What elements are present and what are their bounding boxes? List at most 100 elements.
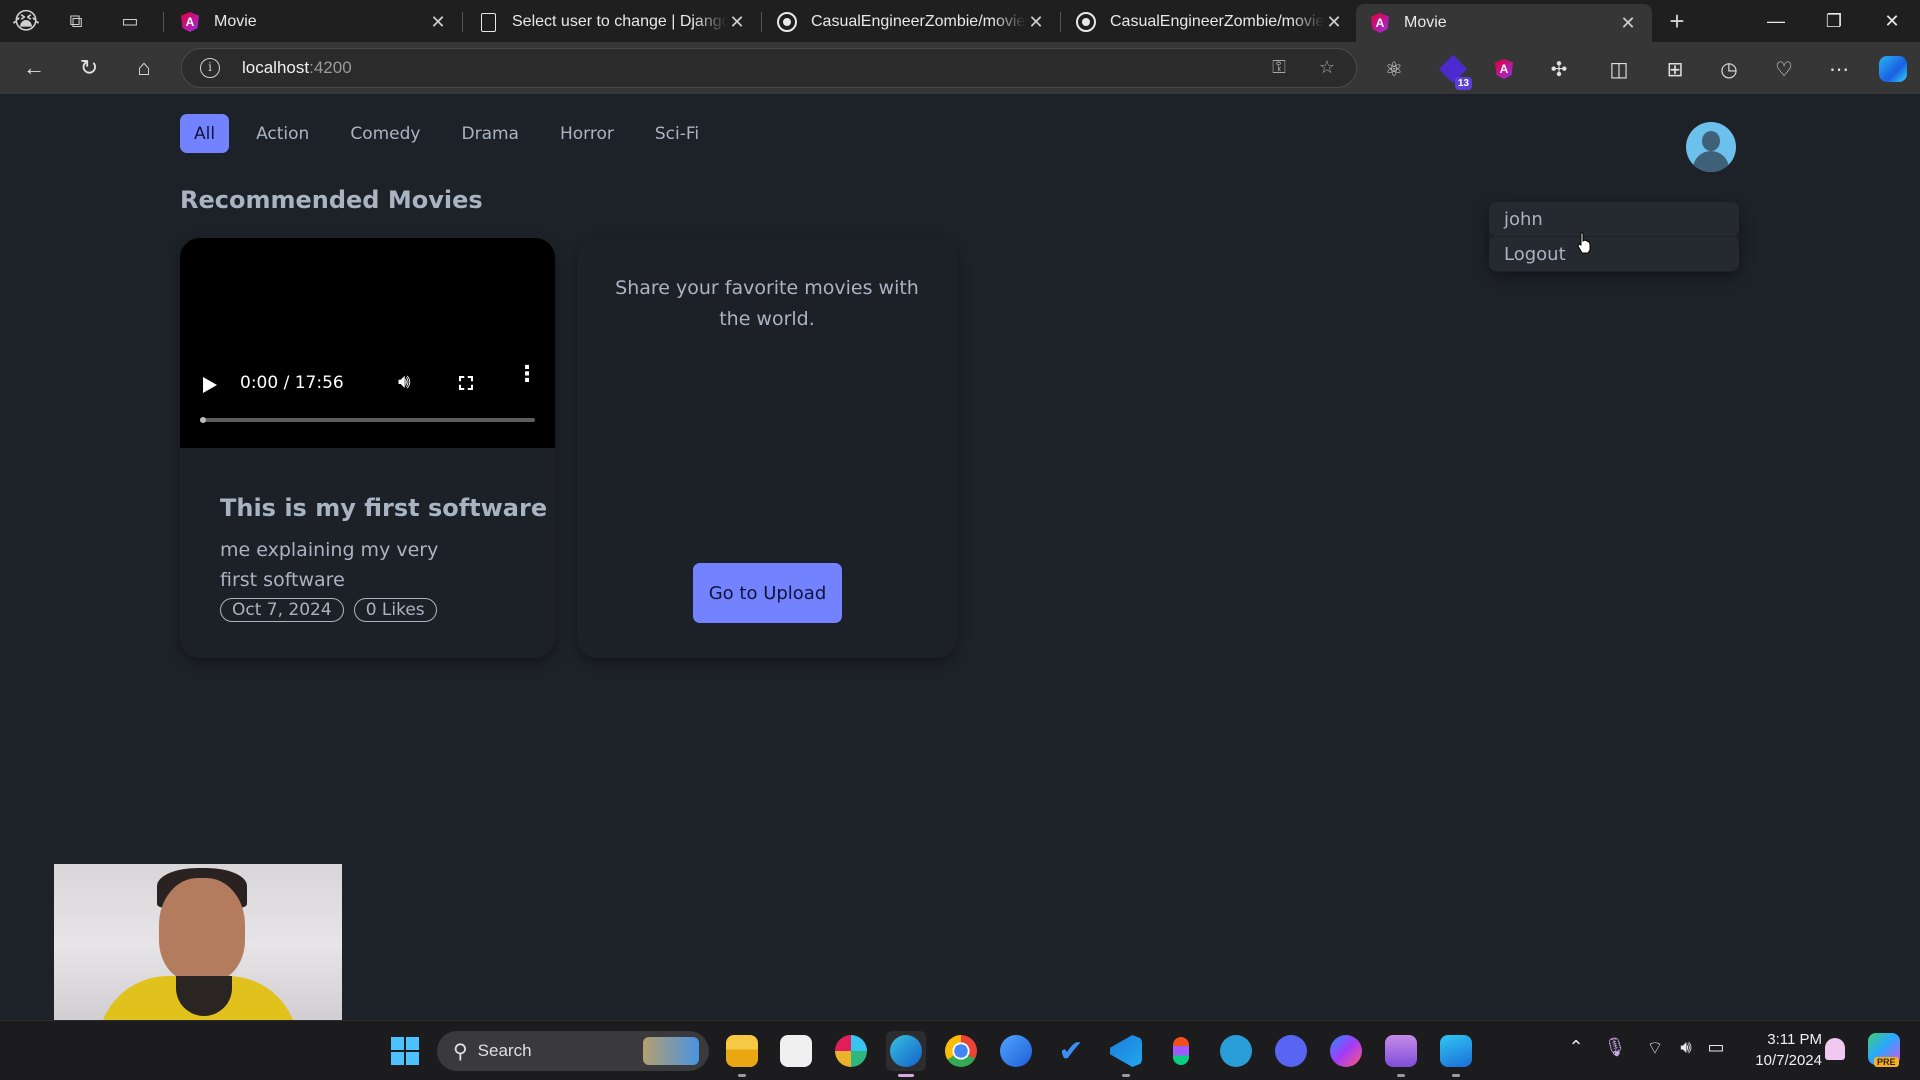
- taskbar-discord[interactable]: [1271, 1031, 1311, 1071]
- user-silhouette-icon: [1702, 131, 1720, 151]
- profile-emoji-icon[interactable]: 😭: [12, 7, 40, 35]
- taskbar-clipchamp[interactable]: [1381, 1031, 1421, 1077]
- seek-handle[interactable]: [200, 417, 206, 423]
- extension-icon[interactable]: 13: [1438, 54, 1472, 90]
- react-devtools-icon[interactable]: ⚛: [1379, 54, 1409, 84]
- search-highlight-icon: [643, 1037, 699, 1065]
- github-icon: [777, 12, 797, 32]
- taskbar-search[interactable]: ⚲ Search: [437, 1031, 709, 1071]
- clock-time: 3:11 PM: [1767, 1031, 1822, 1048]
- windows-taskbar: ⚲ Search ✔ ⌃ 🎙︎ ⌔ 🔊︎ ▭ 3:11 PM 10/7/2024…: [0, 1020, 1920, 1080]
- restore-button[interactable]: ❐: [1806, 0, 1862, 42]
- filter-drama[interactable]: Drama: [447, 114, 532, 153]
- show-hidden-icons-button[interactable]: ⌃: [1562, 1037, 1590, 1058]
- user-dropdown-menu: john Logout: [1489, 202, 1739, 272]
- filter-horror[interactable]: Horror: [546, 114, 628, 153]
- taskbar-file-explorer[interactable]: [722, 1031, 762, 1077]
- tab-github-angular[interactable]: CasualEngineerZombie/movie-angular ✕: [763, 4, 1060, 40]
- wifi-icon[interactable]: ⌔: [1641, 1037, 1669, 1060]
- taskbar-todo[interactable]: ✔: [1051, 1031, 1091, 1071]
- extensions-puzzle-icon[interactable]: ✣: [1544, 54, 1574, 84]
- menu-item-username[interactable]: john: [1489, 202, 1739, 236]
- active-indicator: [898, 1074, 914, 1077]
- split-screen-icon[interactable]: ◫: [1604, 54, 1634, 84]
- history-icon[interactable]: ◷: [1714, 54, 1744, 84]
- more-menu-icon[interactable]: ⋯: [1824, 54, 1854, 84]
- taskbar-vscode[interactable]: [1106, 1031, 1146, 1077]
- close-icon[interactable]: ✕: [1026, 12, 1046, 33]
- likes-badge[interactable]: 0 Likes: [353, 598, 437, 622]
- volume-icon[interactable]: 🔊︎: [1672, 1037, 1700, 1058]
- microphone-icon[interactable]: 🎙︎: [1601, 1037, 1629, 1058]
- tab-movie-active[interactable]: Movie ✕: [1356, 4, 1652, 42]
- running-indicator: [1452, 1074, 1460, 1077]
- video-seek-bar[interactable]: [200, 417, 535, 423]
- menu-item-logout[interactable]: Logout: [1489, 237, 1739, 271]
- tab-movie-1[interactable]: Movie ✕: [166, 4, 462, 40]
- close-icon[interactable]: ✕: [428, 12, 448, 33]
- start-button[interactable]: [385, 1031, 425, 1071]
- back-button[interactable]: ←: [18, 52, 50, 84]
- close-window-button[interactable]: ✕: [1864, 0, 1920, 42]
- refresh-button[interactable]: ↻: [73, 52, 105, 84]
- collections-icon[interactable]: ⊞: [1660, 54, 1690, 84]
- volume-icon[interactable]: 🔊︎: [398, 371, 411, 394]
- taskbar-chrome[interactable]: [941, 1031, 981, 1071]
- fullscreen-icon[interactable]: [459, 376, 473, 390]
- taskbar-figma[interactable]: [1161, 1031, 1201, 1071]
- taskbar-telegram[interactable]: [1216, 1031, 1256, 1071]
- angular-devtools-icon[interactable]: [1489, 54, 1519, 84]
- telegram-icon: [1220, 1035, 1252, 1067]
- store-icon: [780, 1035, 812, 1067]
- taskbar-store[interactable]: [776, 1031, 816, 1071]
- taskbar-remote-desktop[interactable]: [1436, 1031, 1476, 1077]
- tab-actions-icon[interactable]: ▭: [116, 7, 144, 35]
- favorite-star-icon[interactable]: ☆: [1315, 57, 1339, 81]
- tab-separator: [462, 12, 463, 32]
- tab-separator: [1060, 12, 1061, 32]
- movie-meta: Oct 7, 2024 0 Likes: [220, 598, 437, 622]
- video-player[interactable]: 0:00 / 17:56 🔊︎ ⋮: [180, 238, 555, 448]
- notification-bell-icon[interactable]: [1825, 1038, 1845, 1060]
- tab-github-django[interactable]: CasualEngineerZombie/movie-django ✕: [1062, 4, 1358, 40]
- close-icon[interactable]: ✕: [1618, 13, 1638, 34]
- upload-prompt: Share your favorite movies with the worl…: [615, 277, 919, 330]
- workspaces-icon[interactable]: ⧉: [62, 7, 90, 35]
- url-text[interactable]: localhost:4200: [242, 58, 352, 78]
- tab-django-admin[interactable]: Select user to change | Django site admi…: [464, 4, 761, 40]
- taskbar-messenger[interactable]: [1326, 1031, 1366, 1071]
- taskbar-slack[interactable]: [831, 1031, 871, 1071]
- firefox-icon: [1000, 1035, 1032, 1067]
- close-icon[interactable]: ✕: [1324, 12, 1344, 33]
- close-icon[interactable]: ✕: [727, 12, 747, 33]
- new-tab-button[interactable]: +: [1663, 6, 1691, 36]
- filter-action[interactable]: Action: [242, 114, 323, 153]
- system-clock[interactable]: 3:11 PM 10/7/2024: [1740, 1029, 1822, 1071]
- taskbar-firefox[interactable]: [996, 1031, 1036, 1071]
- movie-description: me explaining my very first software: [220, 539, 439, 591]
- address-bar[interactable]: i localhost:4200 ⚿ ☆: [181, 48, 1357, 88]
- filter-all[interactable]: All: [180, 114, 230, 153]
- play-icon[interactable]: [203, 377, 217, 393]
- minimize-button[interactable]: —: [1748, 0, 1804, 42]
- tab-separator: [163, 12, 164, 32]
- filter-sci-fi[interactable]: Sci-Fi: [641, 114, 713, 153]
- browser-essentials-icon[interactable]: ♡: [1769, 54, 1799, 84]
- taskbar-edge[interactable]: [886, 1031, 926, 1077]
- section-title: Recommended Movies: [180, 186, 483, 214]
- user-silhouette-body: [1693, 151, 1729, 172]
- go-to-upload-button[interactable]: Go to Upload: [693, 563, 842, 623]
- tab-title: CasualEngineerZombie/movie-angular: [811, 13, 1026, 30]
- chrome-icon: [945, 1035, 977, 1067]
- password-key-icon[interactable]: ⚿: [1267, 57, 1291, 81]
- hand-cursor-icon: [1577, 232, 1591, 254]
- discord-icon: [1275, 1035, 1307, 1067]
- avatar[interactable]: [1686, 122, 1736, 172]
- home-button[interactable]: ⌂: [128, 52, 160, 84]
- copilot-icon[interactable]: [1878, 54, 1908, 84]
- more-options-icon[interactable]: ⋮: [516, 363, 538, 385]
- battery-icon[interactable]: ▭: [1702, 1037, 1730, 1058]
- site-info-icon[interactable]: i: [200, 58, 220, 78]
- filter-comedy[interactable]: Comedy: [336, 114, 434, 153]
- angular-icon: [1370, 13, 1390, 33]
